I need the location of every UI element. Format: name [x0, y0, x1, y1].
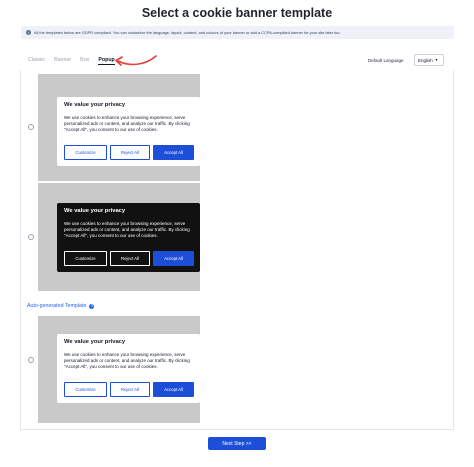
popup-title: We value your privacy	[64, 102, 126, 108]
customize-button[interactable]: Customize	[64, 145, 107, 160]
next-step-button[interactable]: Next Step >>	[208, 437, 266, 450]
template-list: We value your privacy We use cookies to …	[20, 70, 454, 430]
auto-generated-label-text: Auto-generated Template	[27, 303, 87, 309]
accept-all-button[interactable]: Accept All	[153, 382, 194, 397]
annotation-arrow-icon	[115, 55, 157, 66]
cookie-popup: We value your privacy We use cookies to …	[57, 97, 200, 166]
tab-classic[interactable]: Classic	[28, 57, 45, 65]
info-icon: i	[26, 30, 31, 35]
popup-body: We use cookies to enhance your browsing …	[64, 352, 190, 370]
template-radio-2[interactable]	[28, 234, 34, 240]
cookie-popup: We value your privacy We use cookies to …	[57, 203, 200, 272]
popup-body: We use cookies to enhance your browsing …	[64, 221, 190, 239]
accept-all-button[interactable]: Accept All	[153, 251, 194, 266]
language-select[interactable]: English ▼	[414, 54, 444, 66]
template-radio-1[interactable]	[28, 124, 34, 130]
accept-all-button[interactable]: Accept All	[153, 145, 194, 160]
info-text: All the templates below are GDPR complia…	[34, 30, 341, 35]
template-preview-2[interactable]: We value your privacy We use cookies to …	[38, 183, 200, 291]
popup-title: We value your privacy	[64, 208, 126, 214]
tab-banner[interactable]: Banner	[54, 57, 71, 65]
default-language-label: Default Language	[368, 58, 404, 63]
popup-body: We use cookies to enhance your browsing …	[64, 115, 190, 133]
language-selected: English	[418, 57, 433, 63]
template-preview-1[interactable]: We value your privacy We use cookies to …	[38, 74, 200, 181]
reject-all-button[interactable]: Reject All	[110, 145, 150, 160]
cookie-popup: We value your privacy We use cookies to …	[57, 334, 200, 403]
customize-button[interactable]: Customize	[64, 251, 107, 266]
page-title: Select a cookie banner template	[141, 6, 333, 20]
template-radio-3[interactable]	[28, 357, 34, 363]
auto-generated-template-label: Auto-generated Template ?	[27, 303, 95, 309]
help-icon[interactable]: ?	[89, 303, 95, 309]
info-banner: i All the templates below are GDPR compl…	[21, 26, 454, 39]
reject-all-button[interactable]: Reject All	[110, 251, 150, 266]
template-preview-3[interactable]: We value your privacy We use cookies to …	[38, 316, 200, 423]
tab-box[interactable]: Box	[80, 57, 89, 65]
customize-button[interactable]: Customize	[64, 382, 107, 397]
reject-all-button[interactable]: Reject All	[110, 382, 150, 397]
chevron-down-icon: ▼	[434, 58, 439, 62]
template-tabs: Classic Banner Box Popup	[28, 57, 115, 65]
popup-title: We value your privacy	[64, 339, 126, 345]
